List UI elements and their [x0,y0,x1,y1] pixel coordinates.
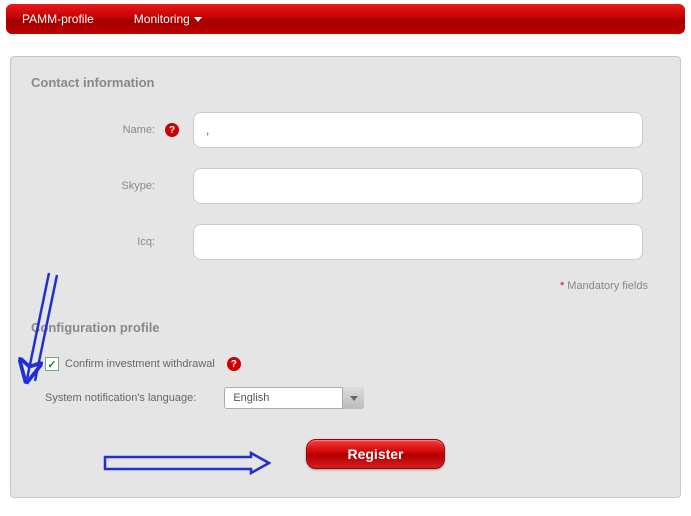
name-input[interactable] [193,112,643,148]
label-name: Name: [31,124,161,136]
form-row-name: Name: ? [31,112,660,148]
form-row-icq: Icq: [31,224,660,260]
language-select-button[interactable] [342,387,364,409]
icq-input[interactable] [193,224,643,260]
confirm-withdrawal-checkbox[interactable]: ✓ [45,357,59,371]
help-icon[interactable]: ? [165,123,179,137]
form-panel: Contact information Name: ? Skype: Icq: … [10,56,681,498]
language-label: System notification's language: [45,392,196,404]
language-selected-text: English [233,392,269,404]
nav-label: PAMM-profile [22,12,94,26]
checkbox-label: Confirm investment withdrawal [65,358,215,370]
mandatory-fields-note: *Mandatory fields [31,280,660,292]
checkbox-row-confirm: ✓ Confirm investment withdrawal ? [45,357,660,371]
register-row: Register [31,439,660,469]
asterisk-icon: * [560,280,564,292]
help-icon[interactable]: ? [227,357,241,371]
form-row-skype: Skype: [31,168,660,204]
language-select[interactable]: English [224,387,364,409]
top-nav-bar: PAMM-profile Monitoring [6,4,685,34]
nav-label: Monitoring [134,12,190,26]
register-button-label: Register [347,446,403,462]
nav-item-pamm-profile[interactable]: PAMM-profile [22,12,94,26]
label-skype: Skype: [31,180,161,192]
label-icq: Icq: [31,236,161,248]
section-title-contact: Contact information [31,75,660,90]
mandatory-text: Mandatory fields [567,280,648,292]
chevron-down-icon [350,396,358,401]
section-title-config: Configuration profile [31,320,660,335]
skype-input[interactable] [193,168,643,204]
check-icon: ✓ [47,358,56,371]
language-row: System notification's language: English [45,387,660,409]
register-button[interactable]: Register [306,439,444,469]
nav-item-monitoring[interactable]: Monitoring [134,12,202,26]
chevron-down-icon [194,17,202,22]
